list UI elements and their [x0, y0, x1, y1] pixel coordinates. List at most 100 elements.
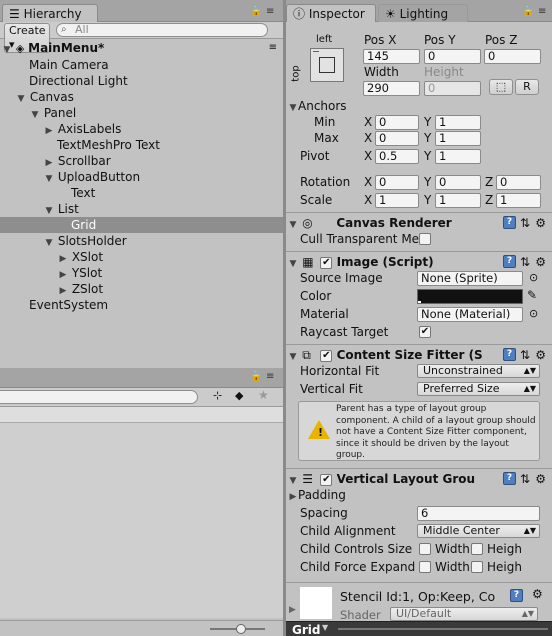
controls-height-checkbox[interactable]	[471, 543, 483, 555]
pivot-x-field[interactable]: 0.5	[375, 149, 419, 164]
lock-icon[interactable]: 🔒	[522, 6, 534, 17]
zoom-slider-handle[interactable]	[236, 624, 246, 634]
horizontal-fit-dropdown[interactable]: Unconstrained ▲▼	[417, 364, 540, 378]
width-field[interactable]: 290	[363, 81, 420, 96]
gear-icon[interactable]: ⚙	[535, 469, 546, 489]
raw-edit-button[interactable]: R	[515, 79, 539, 95]
preview-drag-handle[interactable]	[338, 628, 548, 630]
menu-icon[interactable]: ≡	[538, 6, 546, 17]
menu-icon[interactable]: ≡	[266, 371, 274, 382]
layout-enabled-checkbox[interactable]: ✔	[320, 473, 333, 486]
tree-item-slotsholder[interactable]: ▼ SlotsHolder	[0, 233, 283, 249]
color-swatch[interactable]	[417, 289, 523, 304]
rotation-x-field[interactable]: 0	[375, 175, 419, 190]
pos-y-field[interactable]: 0	[424, 49, 481, 64]
tab-hierarchy[interactable]: ☰ Hierarchy	[2, 4, 98, 22]
gear-icon[interactable]: ⚙	[535, 252, 546, 272]
lock-icon[interactable]: 🔒	[250, 6, 262, 17]
help-icon[interactable]: ?	[503, 472, 516, 485]
tree-item-scrollbar[interactable]: ▶ Scrollbar	[0, 153, 283, 169]
child-alignment-dropdown[interactable]: Middle Center ▲▼	[417, 524, 540, 538]
dropdown-caret-icon[interactable]: ▼	[322, 623, 328, 632]
settings-icon[interactable]: ⇅	[520, 345, 530, 365]
tree-item-grid[interactable]: Grid	[0, 217, 283, 233]
collapse-arrow-icon[interactable]: ▶	[288, 492, 298, 502]
settings-icon[interactable]: ⇅	[520, 469, 530, 489]
gear-icon[interactable]: ⚙	[532, 587, 543, 601]
expand-arrow-icon[interactable]: ▼	[288, 215, 298, 235]
expand-arrow-icon[interactable]: ▼	[288, 347, 298, 367]
anchors-foldout[interactable]: ▼ Anchors	[288, 99, 347, 113]
anchor-preset-widget[interactable]: left top	[291, 28, 350, 86]
tree-item-text[interactable]: Text	[0, 185, 283, 201]
scale-z-field[interactable]: 1	[496, 193, 541, 208]
tree-item-uploadbutton[interactable]: ▼ UploadButton	[0, 169, 283, 185]
favorite-star-icon[interactable]: ★	[258, 388, 269, 402]
expand-arrow-icon[interactable]: ▼	[288, 103, 298, 113]
eyedropper-icon[interactable]: ✎	[527, 288, 537, 302]
tree-item-zslot[interactable]: ▶ ZSlot	[0, 281, 283, 297]
tree-item-eventsystem[interactable]: EventSystem	[0, 297, 283, 313]
rotation-y-field[interactable]: 0	[435, 175, 481, 190]
expand-arrow-icon[interactable]: ▼	[288, 254, 298, 274]
expand-width-checkbox[interactable]	[419, 561, 431, 573]
fitter-enabled-checkbox[interactable]: ✔	[320, 349, 333, 362]
source-image-field[interactable]: None (Sprite)	[417, 271, 523, 286]
image-enabled-checkbox[interactable]: ✔	[320, 256, 333, 269]
tree-item-yslot[interactable]: ▶ YSlot	[0, 265, 283, 281]
project-search-input[interactable]	[0, 390, 198, 404]
anchor-min-y-field[interactable]: 1	[435, 115, 481, 130]
vertical-layout-header[interactable]: ▼ ☰ ✔ Vertical Layout Grou ? ⇅ ⚙	[286, 468, 552, 488]
shader-dropdown[interactable]: UI/Default ▲▼	[390, 607, 538, 621]
anchor-max-y-field[interactable]: 1	[435, 131, 481, 146]
height-field[interactable]: 0	[424, 81, 481, 96]
padding-foldout[interactable]: ▶ Padding	[288, 488, 346, 502]
controls-width-checkbox[interactable]	[419, 543, 431, 555]
tree-item-panel[interactable]: ▼ Panel	[0, 105, 283, 121]
lock-icon[interactable]: 🔒	[250, 371, 262, 382]
rotation-z-field[interactable]: 0	[496, 175, 541, 190]
content-size-fitter-header[interactable]: ▼ ⧉ ✔ Content Size Fitter (S ? ⇅ ⚙	[286, 344, 552, 364]
tree-item-textmeshpro[interactable]: TextMeshPro Text	[0, 137, 283, 153]
tree-item-canvas[interactable]: ▼ Canvas	[0, 89, 283, 105]
tree-item-xslot[interactable]: ▶ XSlot	[0, 249, 283, 265]
help-icon[interactable]: ?	[510, 589, 523, 602]
settings-icon[interactable]: ⇅	[520, 252, 530, 272]
cull-transparent-checkbox[interactable]	[419, 233, 431, 245]
tab-inspector[interactable]: ⓘ Inspector	[286, 4, 376, 22]
tree-item-directional-light[interactable]: Directional Light	[0, 73, 283, 89]
anchor-min-x-field[interactable]: 0	[375, 115, 419, 130]
gear-icon[interactable]: ⚙	[535, 345, 546, 365]
collapse-arrow-icon[interactable]: ▶	[289, 605, 296, 615]
expand-arrow-icon[interactable]: ▼	[2, 42, 12, 58]
scene-menu-icon[interactable]: ≡	[269, 40, 277, 56]
pivot-y-field[interactable]: 1	[435, 149, 481, 164]
hierarchy-search-input[interactable]: ⌕ All	[56, 23, 268, 37]
vertical-fit-dropdown[interactable]: Preferred Size ▲▼	[417, 382, 540, 396]
filter-by-type-icon[interactable]: ⊹	[213, 389, 222, 402]
scale-x-field[interactable]: 1	[375, 193, 419, 208]
scene-row[interactable]: ▼ ◈ MainMenu* ≡	[0, 40, 283, 56]
spacing-field[interactable]: 6	[417, 506, 540, 521]
tree-item-list[interactable]: ▼ List	[0, 201, 283, 217]
filter-by-label-icon[interactable]: ◆	[235, 389, 243, 402]
pos-z-field[interactable]: 0	[484, 49, 541, 64]
blueprint-mode-button[interactable]: ⬚	[489, 79, 513, 95]
help-icon[interactable]: ?	[503, 255, 516, 268]
object-picker-icon[interactable]: ⊙	[529, 307, 538, 320]
tree-item-main-camera[interactable]: Main Camera	[0, 57, 283, 73]
object-picker-icon[interactable]: ⊙	[529, 271, 538, 284]
scale-y-field[interactable]: 1	[435, 193, 481, 208]
anchor-preset-box[interactable]	[310, 48, 344, 82]
material-field[interactable]: None (Material)	[417, 307, 523, 322]
image-script-header[interactable]: ▼ ▦ ✔ Image (Script) ? ⇅ ⚙	[286, 251, 552, 271]
tab-lighting[interactable]: ☀ Lighting	[378, 4, 468, 22]
gear-icon[interactable]: ⚙	[535, 213, 546, 233]
canvas-renderer-header[interactable]: ▼ ◎ Canvas Renderer ? ⇅ ⚙	[286, 212, 552, 232]
help-icon[interactable]: ?	[503, 216, 516, 229]
tree-item-axislabels[interactable]: ▶ AxisLabels	[0, 121, 283, 137]
settings-icon[interactable]: ⇅	[520, 213, 530, 233]
help-icon[interactable]: ?	[503, 348, 516, 361]
raycast-target-checkbox[interactable]: ✔	[419, 326, 431, 338]
expand-height-checkbox[interactable]	[471, 561, 483, 573]
